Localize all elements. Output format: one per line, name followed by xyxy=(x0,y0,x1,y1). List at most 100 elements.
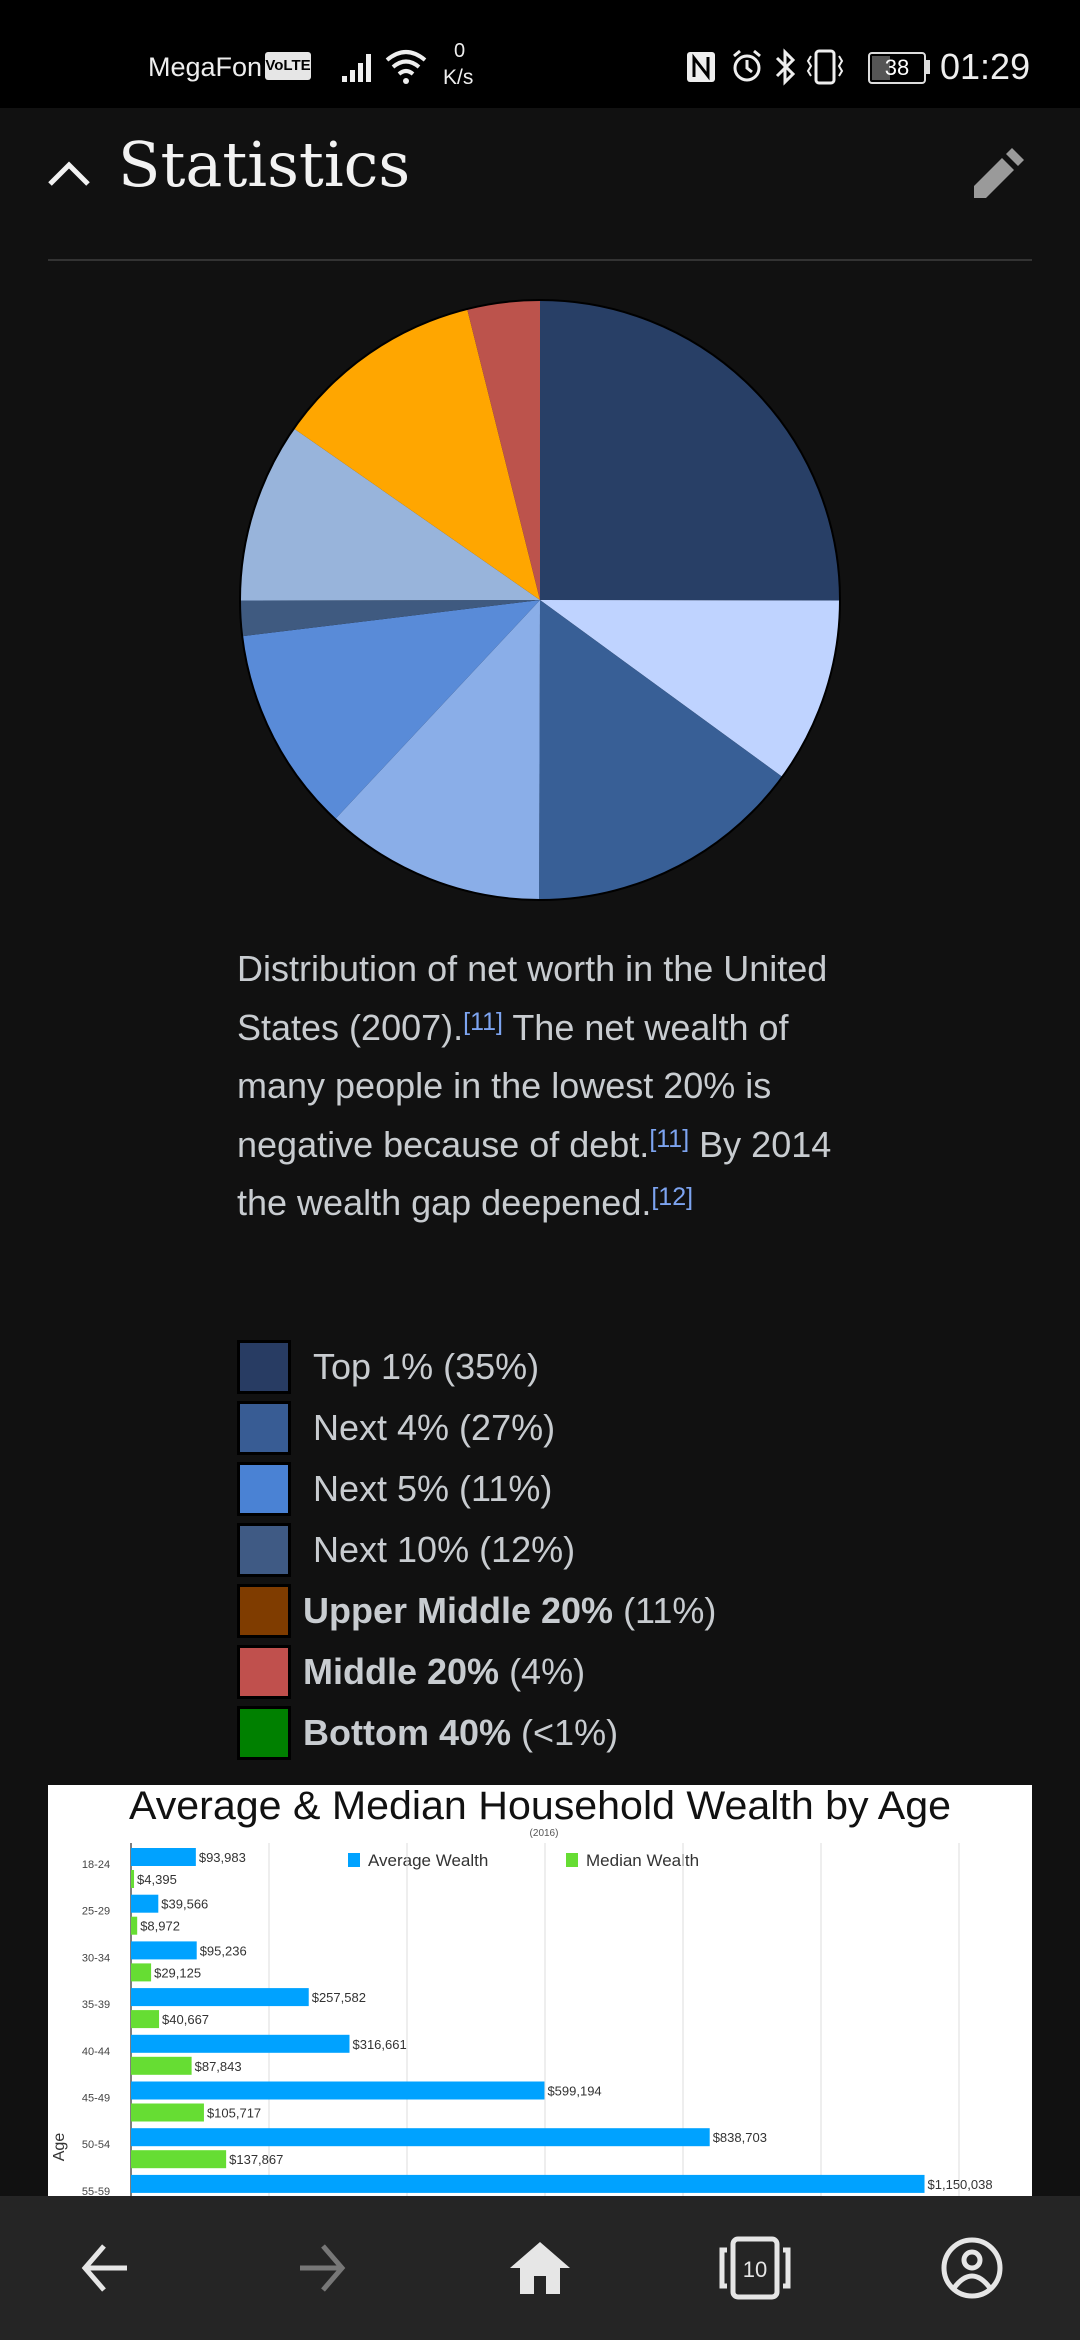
legend-item: Middle 20% (4%) xyxy=(237,1641,716,1702)
pie-caption: Distribution of net worth in the United … xyxy=(237,940,857,1233)
legend-item: Upper Middle 20% (11%) xyxy=(237,1580,716,1641)
bar xyxy=(131,2128,710,2147)
legend-item: Next 4% (27%) xyxy=(237,1397,716,1458)
section-title: Statistics xyxy=(118,128,411,201)
profile-button[interactable] xyxy=(930,2226,1014,2310)
legend-swatch xyxy=(237,1644,291,1699)
clock: 01:29 xyxy=(940,46,1031,87)
pie-legend: Top 1% (35%) Next 4% (27%) Next 5% (11%)… xyxy=(237,1336,716,1763)
bar xyxy=(131,2056,192,2075)
legend-item: Bottom 40% (<1%) xyxy=(237,1702,716,1763)
net-speed-unit: K/s xyxy=(443,66,474,89)
reference-link[interactable]: [11] xyxy=(649,1125,689,1153)
tabs-button[interactable]: 10 xyxy=(713,2226,797,2310)
legend-swatch xyxy=(237,1583,291,1638)
forward-button[interactable] xyxy=(280,2226,364,2310)
legend-label: Top 1% (35%) xyxy=(313,1345,540,1387)
chart-subtitle: (2016) xyxy=(530,1828,559,1839)
wifi-icon xyxy=(385,50,427,84)
bar xyxy=(131,1988,309,2007)
bar-value-label: $8,972 xyxy=(140,1919,180,1934)
bar xyxy=(131,2010,160,2029)
bar xyxy=(131,1963,152,1982)
bar-value-label: $105,717 xyxy=(207,2106,261,2121)
bar xyxy=(131,2081,545,2100)
legend-label: Next 4% (27%) xyxy=(313,1406,556,1448)
bar-value-label: $838,703 xyxy=(713,2130,767,2145)
category-label: 18-24 xyxy=(82,1859,110,1871)
tab-count: 10 xyxy=(743,2257,767,2282)
wealth-by-age-chart-image[interactable]: Average & Median Household Wealth by Age… xyxy=(48,1785,1032,2196)
legend-label: (<1%) xyxy=(521,1711,619,1753)
bar xyxy=(131,1941,197,1960)
home-icon xyxy=(510,2242,570,2294)
bar-value-label: $93,983 xyxy=(199,1850,246,1865)
bar-value-label: $29,125 xyxy=(154,1965,201,1980)
bar-value-label: $4,395 xyxy=(137,1872,177,1887)
reference-link[interactable]: [11] xyxy=(463,1008,503,1036)
category-label: 25-29 xyxy=(82,1906,110,1918)
bar-value-label: $39,566 xyxy=(161,1897,208,1912)
net-speed-value: 0 xyxy=(454,40,466,62)
status-bar: MegaFon VoLTE 0 K/s 38 01:29 xyxy=(0,0,1080,108)
legend-label-average: Average Wealth xyxy=(368,1851,488,1870)
section-divider xyxy=(48,259,1032,261)
bar xyxy=(131,2034,350,2053)
bar xyxy=(131,1870,135,1888)
legend-item: Next 10% (12%) xyxy=(237,1519,716,1580)
bar xyxy=(131,1916,138,1935)
legend-label: Next 10% (12%) xyxy=(313,1528,576,1570)
category-label: 30-34 xyxy=(82,1952,110,1964)
home-button[interactable] xyxy=(498,2226,582,2310)
legend-bold-label: Bottom 40% xyxy=(303,1711,512,1753)
vibrate-icon xyxy=(806,49,844,85)
nfc-icon xyxy=(687,52,715,82)
battery-icon: 38 xyxy=(868,52,926,84)
legend-swatch xyxy=(237,1400,291,1455)
bar-value-label: $316,661 xyxy=(352,2037,406,2052)
category-label: 40-44 xyxy=(82,2046,110,2058)
bar xyxy=(131,2103,204,2122)
net-worth-pie-chart xyxy=(239,299,841,901)
back-button[interactable] xyxy=(63,2226,147,2310)
bar-value-label: $40,667 xyxy=(162,2012,209,2027)
tabs-icon: 10 xyxy=(719,2236,791,2300)
legend-bold-label: Upper Middle 20% xyxy=(303,1589,614,1631)
wealth-by-age-bar-chart: Average & Median Household Wealth by Age… xyxy=(51,1785,993,2196)
chart-title: Average & Median Household Wealth by Age xyxy=(129,1785,951,1828)
carrier-name: MegaFon xyxy=(148,52,263,82)
battery-tip xyxy=(926,60,930,74)
pencil-icon[interactable] xyxy=(970,146,1026,202)
bar-value-label: $599,194 xyxy=(547,2084,601,2099)
category-label: 45-49 xyxy=(82,2093,110,2105)
bar-value-label: $137,867 xyxy=(229,2152,283,2167)
legend-label-median: Median Wealth xyxy=(586,1851,699,1870)
bar-value-label: $1,150,038 xyxy=(928,2177,993,2192)
chevron-up-icon[interactable] xyxy=(46,158,92,188)
bottom-navigation: 10 xyxy=(0,2196,1080,2340)
forward-icon xyxy=(300,2244,346,2292)
legend-swatch xyxy=(237,1339,291,1394)
legend-bold-label: Middle 20% xyxy=(303,1650,500,1692)
y-axis-label: Age xyxy=(51,2133,68,2162)
battery-level: 38 xyxy=(884,55,910,80)
legend-swatch xyxy=(237,1461,291,1516)
legend-label: (11%) xyxy=(623,1589,717,1631)
alarm-icon xyxy=(733,49,761,82)
bar-value-label: $95,236 xyxy=(200,1943,247,1958)
bar xyxy=(131,1848,196,1866)
bar xyxy=(131,1894,159,1913)
category-label: 50-54 xyxy=(82,2139,110,2151)
bluetooth-icon xyxy=(775,48,796,86)
category-label: 55-59 xyxy=(82,2186,110,2196)
back-icon xyxy=(81,2244,127,2292)
profile-icon xyxy=(941,2237,1003,2299)
pie-slice xyxy=(540,300,841,601)
reference-link[interactable]: [12] xyxy=(651,1183,693,1211)
volte-badge: VoLTE xyxy=(265,52,311,80)
bar xyxy=(131,2150,227,2169)
legend-item: Next 5% (11%) xyxy=(237,1458,716,1519)
category-label: 35-39 xyxy=(82,1999,110,2011)
legend-swatch xyxy=(237,1705,291,1760)
legend-swatch xyxy=(237,1522,291,1577)
